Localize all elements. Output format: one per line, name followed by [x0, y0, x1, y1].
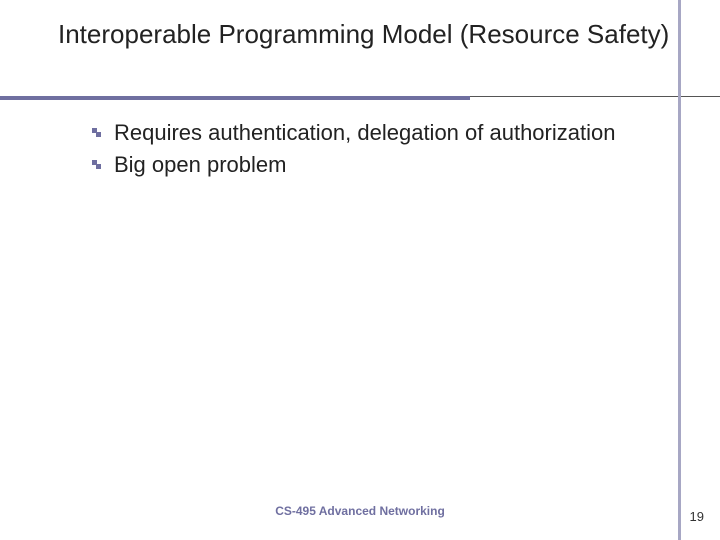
page-number: 19 [690, 509, 704, 524]
vertical-rule [678, 0, 681, 540]
slide: Interoperable Programming Model (Resourc… [0, 0, 720, 540]
title-underline-thin [470, 96, 720, 98]
list-item: Big open problem [92, 150, 640, 180]
title-underline-thick [0, 96, 470, 100]
body-content: Requires authentication, delegation of a… [92, 118, 640, 181]
bullet-text: Big open problem [114, 150, 286, 180]
slide-title: Interoperable Programming Model (Resourc… [58, 18, 680, 51]
bullet-icon [92, 128, 102, 138]
bullet-icon [92, 160, 102, 170]
footer-text: CS-495 Advanced Networking [0, 504, 720, 518]
bullet-text: Requires authentication, delegation of a… [114, 118, 615, 148]
list-item: Requires authentication, delegation of a… [92, 118, 640, 148]
